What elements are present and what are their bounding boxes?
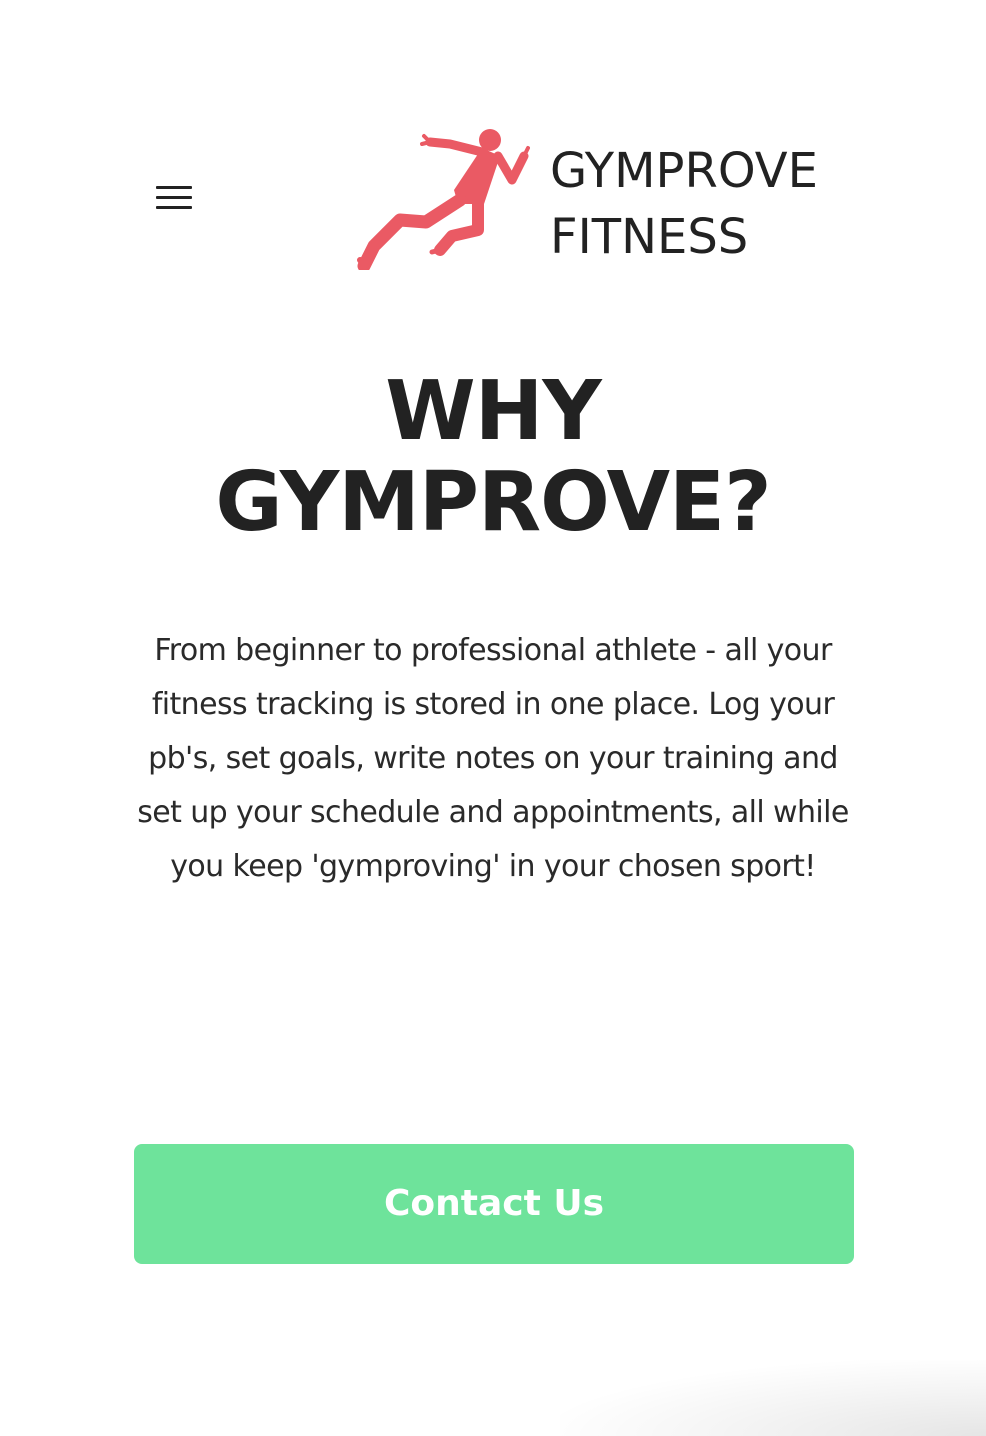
contact-us-button[interactable]: Contact Us (134, 1144, 854, 1264)
intro-paragraph: From beginner to professional athlete - … (137, 633, 849, 884)
page-title-line2: GYMPROVE? (215, 455, 771, 550)
hamburger-menu-icon[interactable] (148, 178, 200, 218)
brand-link[interactable]: GYMPROVE FITNESS (350, 122, 830, 274)
brand-name: GYMPROVE FITNESS (550, 138, 830, 270)
brand-name-line2: FITNESS (550, 209, 749, 265)
page-title-line1: WHY (385, 364, 601, 459)
corner-shadow (560, 1360, 986, 1436)
brand-name-line1: GYMPROVE (550, 143, 818, 199)
menu-bar (156, 186, 192, 189)
menu-bar (156, 206, 192, 209)
menu-bar (156, 196, 192, 199)
page-title: WHY GYMPROVE? (93, 366, 893, 548)
sprinter-logo-icon (357, 129, 530, 270)
site-header: GYMPROVE FITNESS (0, 0, 986, 330)
